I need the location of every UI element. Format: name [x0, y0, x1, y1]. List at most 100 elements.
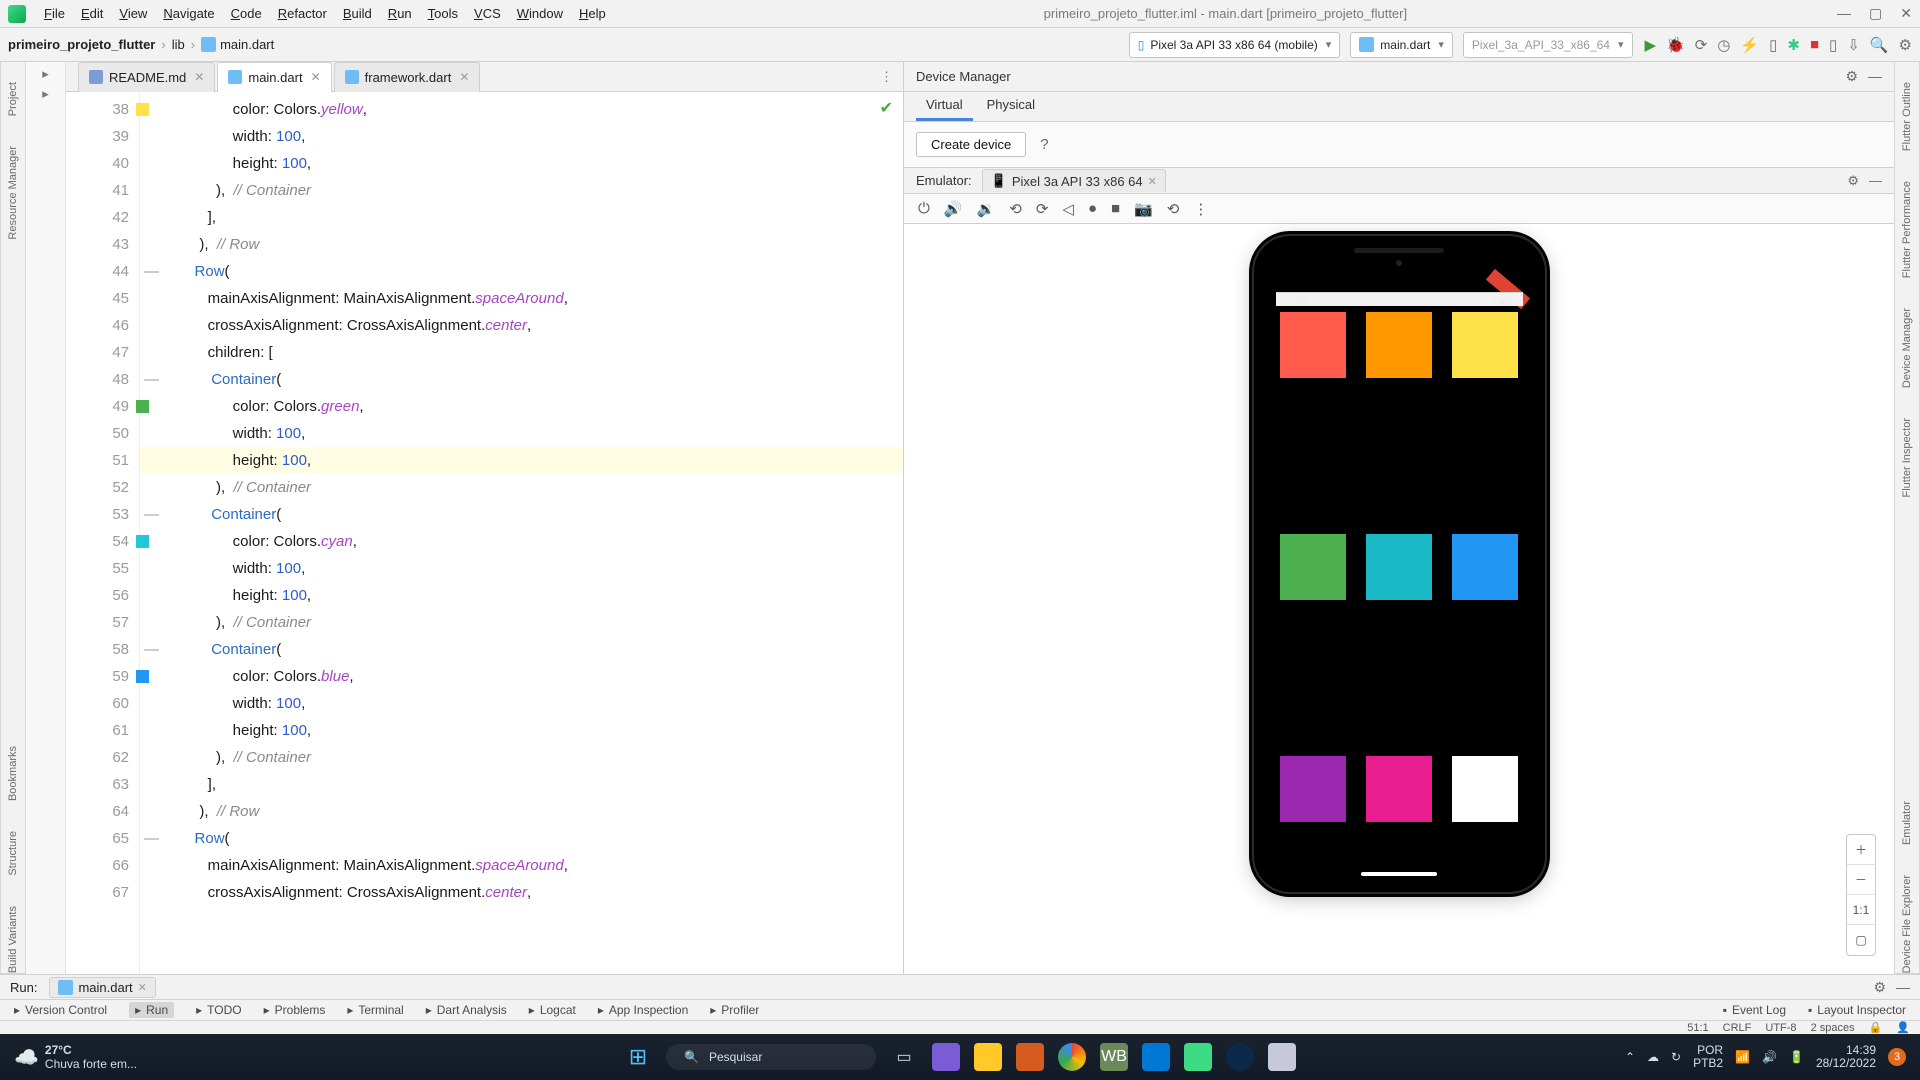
bottom-tool-version-control[interactable]: ▸Version Control: [14, 1003, 107, 1017]
gear-icon[interactable]: ⚙: [1873, 979, 1886, 996]
run-tool-window-header[interactable]: Run: main.dart✕ ⚙—: [0, 974, 1920, 1000]
language-indicator[interactable]: PORPTB2: [1693, 1044, 1723, 1070]
bottom-tool-profiler[interactable]: ▸Profiler: [710, 1003, 759, 1017]
line-gutter[interactable]: 3839404142434445464748495051525354555657…: [88, 92, 140, 974]
code-area[interactable]: color: Colors.yellow, width: 100, height…: [140, 92, 903, 974]
maximize-icon[interactable]: ▢: [1869, 5, 1882, 22]
taskbar-search[interactable]: 🔍Pesquisar: [666, 1044, 876, 1070]
overview-icon[interactable]: ■: [1111, 200, 1120, 217]
tool-flutter-inspector[interactable]: Flutter Inspector: [1901, 418, 1913, 497]
tool-structure[interactable]: Structure: [7, 831, 19, 876]
search-icon[interactable]: 🔍: [1870, 36, 1889, 54]
task-view-icon[interactable]: ▭: [890, 1043, 918, 1071]
screenshot-icon[interactable]: 📷: [1134, 200, 1153, 218]
close-icon[interactable]: ✕: [194, 70, 204, 84]
chrome-icon[interactable]: [1058, 1043, 1086, 1071]
zoom-in-icon[interactable]: ＋: [1847, 835, 1875, 865]
editor-tab[interactable]: framework.dart✕: [334, 62, 481, 92]
close-icon[interactable]: ✕: [1148, 175, 1157, 188]
menu-tools[interactable]: Tools: [420, 6, 466, 21]
gear-icon[interactable]: ⚙: [1845, 68, 1858, 85]
coverage-icon[interactable]: ⟳: [1695, 36, 1708, 54]
teams-icon[interactable]: [932, 1043, 960, 1071]
emulator-app-icon[interactable]: [1268, 1043, 1296, 1071]
volume-down-icon[interactable]: 🔉: [977, 200, 996, 218]
close-icon[interactable]: ✕: [1900, 5, 1912, 22]
menu-vcs[interactable]: VCS: [466, 6, 509, 21]
windows-start-icon[interactable]: ⊞: [624, 1043, 652, 1071]
weather-widget[interactable]: 27°CChuva forte em...: [45, 1043, 137, 1071]
close-icon[interactable]: ✕: [311, 70, 321, 84]
menu-file[interactable]: File: [36, 6, 73, 21]
chevron-up-icon[interactable]: ⌃: [1625, 1050, 1635, 1064]
gear-icon[interactable]: ⚙: [1847, 173, 1859, 189]
breadcrumb[interactable]: primeiro_projeto_flutter› lib› main.dart: [8, 37, 274, 52]
run-icon[interactable]: ▶: [1645, 36, 1657, 54]
rotate-right-icon[interactable]: ⟳: [1036, 200, 1049, 218]
chevron-right-icon[interactable]: ▸: [42, 66, 49, 82]
device-selector[interactable]: ▯Pixel 3a API 33 x86 64 (mobile)▾: [1129, 32, 1341, 58]
editor-tab[interactable]: README.md✕: [78, 62, 215, 92]
indent[interactable]: 2 spaces: [1811, 1022, 1855, 1034]
bottom-tool-dart-analysis[interactable]: ▸Dart Analysis: [426, 1003, 507, 1017]
bottom-tool-logcat[interactable]: ▸Logcat: [529, 1003, 576, 1017]
zoom-11-icon[interactable]: 1:1: [1847, 895, 1875, 925]
zoom-out-icon[interactable]: －: [1847, 865, 1875, 895]
onedrive-icon[interactable]: ☁: [1647, 1050, 1659, 1064]
tool-build-variants[interactable]: Build Variants: [7, 906, 19, 973]
android-studio-icon[interactable]: [1184, 1043, 1212, 1071]
app-icon[interactable]: [1226, 1043, 1254, 1071]
tool-emulator[interactable]: Emulator: [1901, 801, 1913, 845]
menu-refactor[interactable]: Refactor: [270, 6, 335, 21]
power-icon[interactable]: ⏻: [918, 200, 930, 217]
menu-edit[interactable]: Edit: [73, 6, 111, 21]
tool-resource-manager[interactable]: Resource Manager: [7, 146, 19, 240]
sync-icon[interactable]: ↻: [1671, 1050, 1681, 1064]
menu-build[interactable]: Build: [335, 6, 380, 21]
sdk-manager-icon[interactable]: ⇩: [1847, 36, 1860, 54]
run-config-selector[interactable]: main.dart▾: [1350, 32, 1453, 58]
bottom-tool-layout-inspector[interactable]: ▪Layout Inspector: [1808, 1003, 1906, 1017]
volume-icon[interactable]: 🔊: [1762, 1050, 1777, 1064]
tab-virtual[interactable]: Virtual: [916, 92, 973, 121]
hide-icon[interactable]: —: [1868, 68, 1882, 85]
tool-device-file-explorer[interactable]: Device File Explorer: [1901, 875, 1913, 973]
clock[interactable]: 14:3928/12/2022: [1816, 1044, 1876, 1070]
webstorm-icon[interactable]: WB: [1100, 1043, 1128, 1071]
avd-selector[interactable]: Pixel_3a_API_33_x86_64▾: [1463, 32, 1633, 58]
tool-device-manager[interactable]: Device Manager: [1901, 308, 1913, 388]
emulator-canvas[interactable]: 5:39▾◢▮ ＋ － 1:1 ▢: [904, 224, 1894, 974]
stop-icon[interactable]: ■: [1810, 36, 1819, 53]
bottom-tool-terminal[interactable]: ▸Terminal: [347, 1003, 403, 1017]
weather-icon[interactable]: ☁️: [14, 1045, 39, 1070]
minimize-icon[interactable]: —: [1837, 5, 1851, 22]
menu-help[interactable]: Help: [571, 6, 614, 21]
hot-reload-icon[interactable]: ⚡: [1740, 36, 1759, 54]
menu-view[interactable]: View: [111, 6, 155, 21]
tool-flutter-outline[interactable]: Flutter Outline: [1901, 82, 1913, 151]
windows-taskbar[interactable]: ☁️ 27°CChuva forte em... ⊞ 🔍Pesquisar ▭ …: [0, 1034, 1920, 1080]
hide-icon[interactable]: —: [1896, 979, 1910, 996]
tool-bookmarks[interactable]: Bookmarks: [7, 746, 19, 801]
explorer-icon[interactable]: [974, 1043, 1002, 1071]
battery-icon[interactable]: 🔋: [1789, 1050, 1804, 1064]
tool-project[interactable]: Project: [7, 82, 19, 116]
menu-code[interactable]: Code: [223, 6, 270, 21]
wifi-icon[interactable]: 📶: [1735, 1050, 1750, 1064]
bottom-tool-problems[interactable]: ▸Problems: [264, 1003, 326, 1017]
debug-icon[interactable]: 🐞: [1666, 36, 1685, 54]
zoom-controls[interactable]: ＋ － 1:1 ▢: [1846, 834, 1876, 956]
more-icon[interactable]: ⋮: [1193, 200, 1208, 218]
record-icon[interactable]: ⟲: [1167, 200, 1180, 218]
inspector-icon[interactable]: 👤: [1896, 1021, 1910, 1034]
lock-icon[interactable]: 🔒: [1869, 1021, 1883, 1034]
notification-badge[interactable]: 3: [1888, 1048, 1906, 1066]
profile-icon[interactable]: ◷: [1717, 36, 1730, 54]
run-tab[interactable]: main.dart✕: [49, 977, 155, 998]
attach-icon[interactable]: ▯: [1769, 36, 1777, 54]
back-icon[interactable]: ◁: [1062, 200, 1074, 218]
volume-up-icon[interactable]: 🔊: [944, 200, 963, 218]
editor-tab[interactable]: main.dart✕: [217, 62, 331, 92]
line-sep[interactable]: CRLF: [1723, 1022, 1752, 1034]
vscode-icon[interactable]: [1142, 1043, 1170, 1071]
